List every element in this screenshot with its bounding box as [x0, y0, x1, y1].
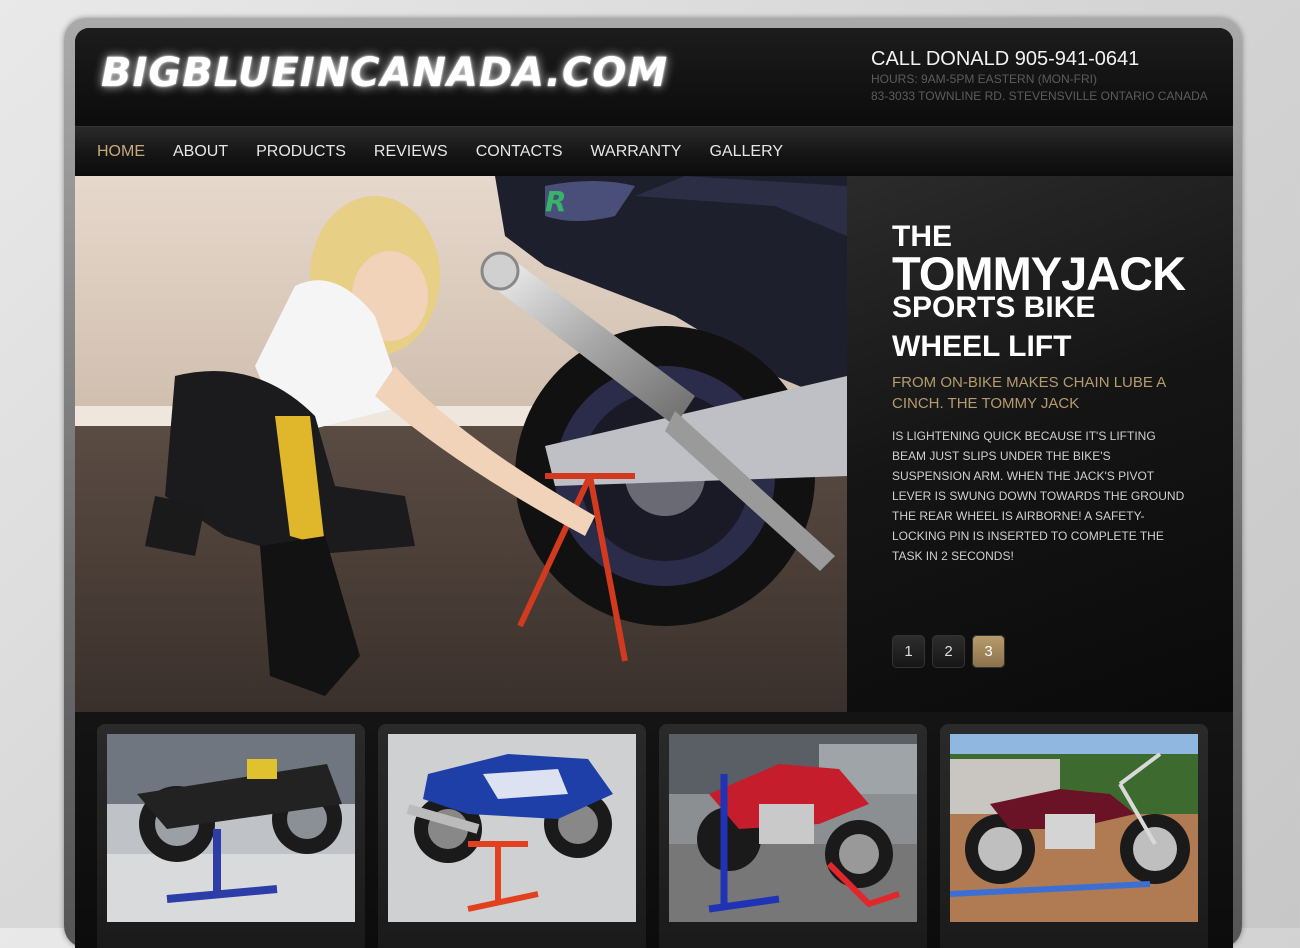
- hero-title-wheel-lift: WHEEL LIFT: [892, 330, 1072, 363]
- product-thumbnails: [75, 712, 1233, 948]
- product-image-3: [669, 734, 917, 922]
- hero-text-panel: THE TOMMYJACK SPORTS BIKE WHEEL LIFT FRO…: [847, 176, 1233, 712]
- product-thumb-1[interactable]: [97, 724, 365, 948]
- business-hours: HOURS: 9AM-5PM EASTERN (MON-FRI): [871, 72, 1098, 86]
- nav-item-home[interactable]: HOME: [97, 143, 145, 161]
- slide-button-1[interactable]: 1: [892, 635, 925, 668]
- address: 83-3033 TOWNLINE RD. STEVENSVILLE ONTARI…: [871, 89, 1208, 103]
- header: BIGBLUEINCANADA.COM CALL DONALD 905-941-…: [75, 28, 1233, 126]
- product-thumb-2[interactable]: [378, 724, 646, 948]
- hero-photo: R: [75, 176, 847, 712]
- nav-item-products[interactable]: PRODUCTS: [256, 143, 346, 161]
- hero-subtitle: FROM ON-BIKE MAKES CHAIN LUBE A CINCH. T…: [892, 374, 1166, 412]
- product-image-1: [107, 734, 355, 922]
- product-thumb-3[interactable]: [659, 724, 927, 948]
- nav-item-gallery[interactable]: GALLERY: [709, 143, 783, 161]
- product-image-4: [950, 734, 1198, 922]
- slider-pager: 1 2 3: [892, 635, 1005, 668]
- contact-info: CALL DONALD 905-941-0641 HOURS: 9AM-5PM …: [871, 48, 1208, 105]
- slide-button-3[interactable]: 3: [972, 635, 1005, 668]
- nav-item-contacts[interactable]: CONTACTS: [476, 143, 563, 161]
- site-logo[interactable]: BIGBLUEINCANADA.COM: [101, 50, 668, 96]
- svg-text:R: R: [545, 185, 567, 218]
- product-image-2: [388, 734, 636, 922]
- hero-description: IS LIGHTENING QUICK BECAUSE IT'S LIFTING…: [892, 429, 1185, 563]
- site-frame: BIGBLUEINCANADA.COM CALL DONALD 905-941-…: [75, 28, 1233, 948]
- product-thumb-4[interactable]: [940, 724, 1208, 948]
- main-nav: HOME ABOUT PRODUCTS REVIEWS CONTACTS WAR…: [75, 126, 1233, 177]
- hero-title-sports-bike: SPORTS BIKE: [892, 291, 1096, 324]
- nav-item-about[interactable]: ABOUT: [173, 143, 228, 161]
- call-number: CALL DONALD 905-941-0641: [871, 48, 1140, 70]
- slide-button-2[interactable]: 2: [932, 635, 965, 668]
- nav-item-warranty[interactable]: WARRANTY: [591, 143, 682, 161]
- nav-item-reviews[interactable]: REVIEWS: [374, 143, 448, 161]
